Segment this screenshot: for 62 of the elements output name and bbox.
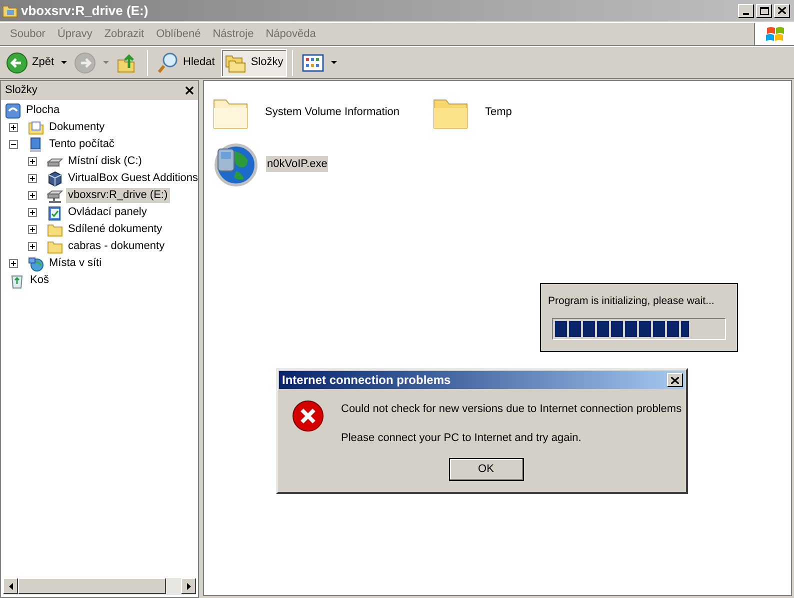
scroll-left-button[interactable]: [3, 578, 18, 594]
file-name[interactable]: Temp: [484, 104, 513, 120]
document-folder-icon: [28, 120, 44, 136]
folder-icon: [2, 4, 18, 18]
file-name[interactable]: n0kVoIP.exe: [266, 156, 328, 172]
folder-icon: [47, 238, 63, 254]
views-icon: [302, 54, 324, 72]
network-drive-icon: [47, 188, 63, 204]
ok-button[interactable]: OK: [448, 458, 524, 481]
file-name[interactable]: System Volume Information: [264, 104, 401, 120]
expand-box[interactable]: [28, 242, 37, 251]
expand-box[interactable]: [28, 157, 37, 166]
left-arrow-icon: [8, 582, 12, 590]
globe-app-icon: [212, 141, 258, 187]
tree-item[interactable]: Plocha: [24, 103, 62, 118]
folders-button[interactable]: Složky: [220, 48, 288, 76]
close-button[interactable]: [774, 4, 790, 18]
dialog-title: Internet connection problems: [282, 372, 451, 389]
tree-item[interactable]: vboxsrv:R_drive (E:): [66, 188, 170, 203]
expand-box[interactable]: [28, 208, 37, 217]
computer-icon: [28, 136, 44, 152]
tree-item[interactable]: Ovládací panely: [66, 205, 149, 220]
error-icon: [292, 400, 324, 432]
minimize-button[interactable]: [738, 4, 754, 18]
control-panel-icon: [47, 204, 63, 220]
close-icon: [671, 376, 679, 384]
search-button[interactable]: Hledat: [153, 48, 219, 76]
scroll-right-button[interactable]: [181, 578, 196, 594]
network-icon: [28, 256, 44, 272]
tree-item[interactable]: Koš: [28, 273, 51, 288]
close-button[interactable]: [667, 373, 683, 387]
cube-icon: [47, 170, 63, 186]
desktop-icon: [5, 102, 21, 118]
expand-box[interactable]: [28, 225, 37, 234]
tree-item[interactable]: cabras - dokumenty: [66, 239, 167, 254]
windows-logo-icon: [764, 25, 784, 43]
folder-icon: [47, 222, 63, 238]
progress-message: Program is initializing, please wait...: [548, 294, 716, 309]
recycle-bin-icon: [9, 272, 25, 288]
search-icon: [157, 52, 180, 74]
back-button[interactable]: Zpět: [2, 48, 58, 76]
scroll-thumb[interactable]: [18, 578, 166, 594]
tree-item[interactable]: Sdílené dokumenty: [66, 222, 164, 237]
message-text: Please connect your PC to Internet and try again.: [341, 430, 582, 446]
expand-box[interactable]: [28, 174, 37, 183]
collapse-box[interactable]: [9, 140, 18, 149]
close-icon: [778, 7, 786, 14]
expand-box[interactable]: [28, 191, 37, 200]
tree-item[interactable]: Dokumenty: [47, 120, 107, 135]
expand-box[interactable]: [9, 259, 18, 268]
close-icon[interactable]: [185, 86, 194, 95]
message-text: Could not check for new versions due to Internet connection problems: [341, 402, 682, 417]
tree-item[interactable]: Tento počítač: [47, 137, 116, 152]
tree-item[interactable]: VirtualBox Guest Additions: [66, 171, 198, 186]
expand-box[interactable]: [9, 123, 18, 132]
maximize-button[interactable]: [756, 4, 772, 18]
tree-item[interactable]: Místní disk (C:): [66, 154, 144, 169]
panel-title: Složky: [5, 83, 38, 98]
tree-item[interactable]: Místa v síti: [47, 256, 104, 271]
horizontal-scrollbar[interactable]: [3, 578, 196, 595]
window-title: vboxsrv:R_drive (E:): [21, 2, 150, 20]
right-arrow-icon: [186, 582, 190, 590]
